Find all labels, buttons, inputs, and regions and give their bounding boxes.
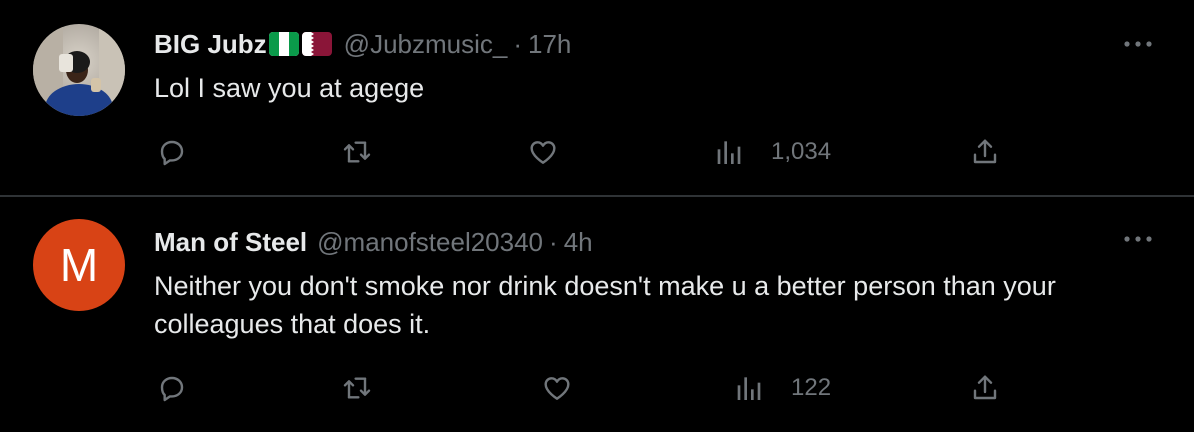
timestamp[interactable]: 4h [564, 227, 593, 258]
display-name[interactable]: Man of Steel [154, 227, 307, 258]
more-options-button[interactable] [1118, 227, 1158, 251]
like-button[interactable] [541, 368, 573, 408]
retweet-button[interactable] [340, 132, 374, 172]
share-icon [973, 139, 997, 164]
view-count: 1,034 [771, 138, 832, 165]
nigeria-flag-icon [268, 32, 299, 56]
action-bar: 1,034 [0, 132, 1194, 172]
heart-icon [530, 141, 556, 164]
reply-icon [160, 140, 184, 166]
retweet-icon [343, 377, 371, 399]
handle[interactable]: @manofsteel20340 [317, 227, 543, 258]
more-icon [1124, 236, 1152, 242]
tweet-header: Man of Steel @manofsteel20340 · 4h [154, 225, 593, 259]
tweet[interactable]: M Man of Steel @manofsteel20340 · 4h Nei… [0, 197, 1194, 432]
analytics-icon [737, 377, 761, 400]
timestamp[interactable]: 17h [528, 29, 571, 60]
views-button[interactable]: 122 [733, 368, 831, 408]
avatar[interactable]: M [33, 219, 125, 311]
share-button[interactable] [969, 132, 1001, 172]
retweet-button[interactable] [340, 368, 374, 408]
separator: · [549, 226, 558, 257]
share-button[interactable] [969, 368, 1001, 408]
like-button[interactable] [527, 132, 559, 172]
flag-emojis [268, 32, 332, 56]
qatar-flag-icon [301, 32, 332, 56]
more-options-button[interactable] [1118, 32, 1158, 56]
action-bar: 122 [0, 368, 1194, 408]
tweet[interactable]: BIG Jubz @Jubzmusic_ · 17h Lol I saw you… [0, 0, 1194, 195]
separator: · [513, 28, 523, 59]
tweet-text: Lol I saw you at agege [154, 73, 425, 103]
avatar[interactable] [33, 24, 125, 116]
views-button[interactable]: 1,034 [713, 132, 831, 172]
reply-icon [160, 376, 184, 402]
tweet-header: BIG Jubz @Jubzmusic_ · 17h [154, 27, 571, 61]
more-icon [1124, 41, 1152, 47]
avatar-letter: M [59, 239, 99, 291]
tweet-text: Neither you don't smoke nor drink doesn'… [154, 271, 1056, 339]
reply-button[interactable] [156, 132, 188, 172]
retweet-icon [343, 141, 371, 163]
view-count: 122 [791, 374, 832, 401]
share-icon [973, 375, 997, 400]
reply-button[interactable] [156, 368, 188, 408]
handle[interactable]: @Jubzmusic_ [344, 29, 508, 60]
analytics-icon [717, 141, 741, 164]
heart-icon [544, 377, 570, 400]
display-name[interactable]: BIG Jubz [154, 29, 267, 60]
